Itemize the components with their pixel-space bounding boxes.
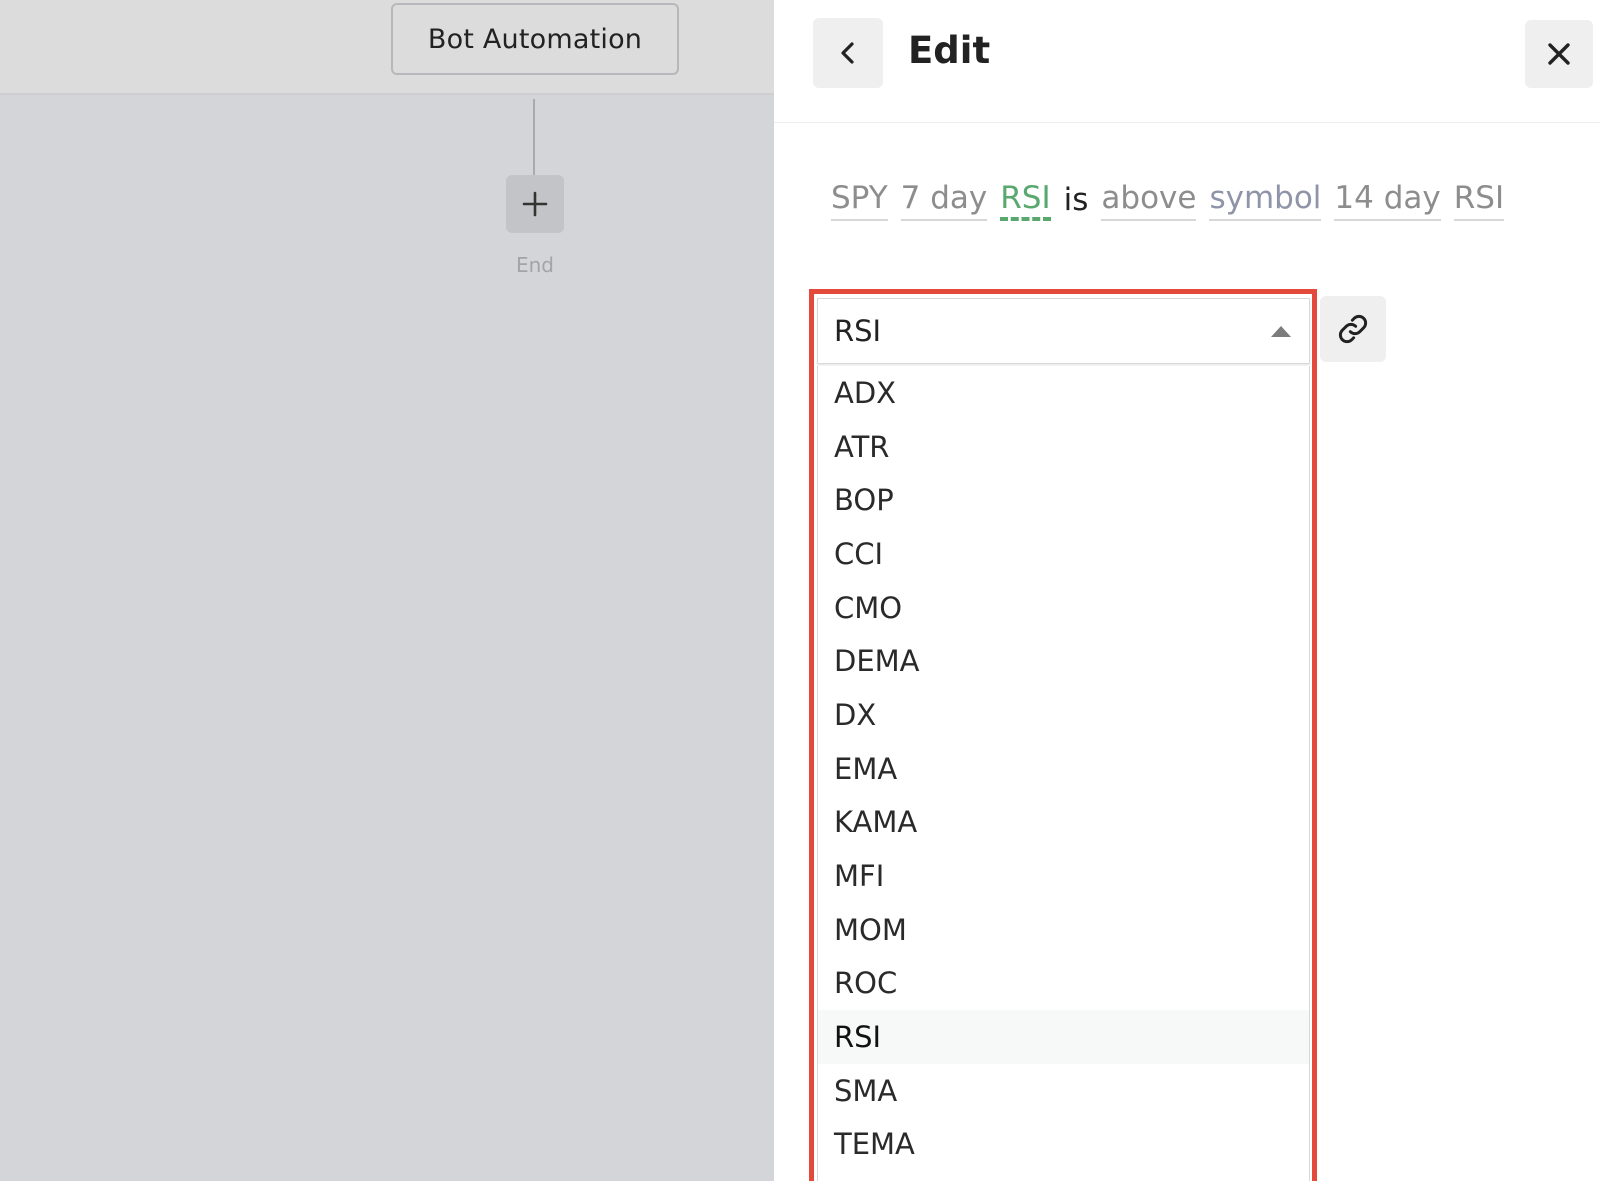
option-mom[interactable]: MOM — [818, 903, 1309, 957]
option-dx[interactable]: DX — [818, 688, 1309, 742]
token-symbol-spy[interactable]: SPY — [831, 180, 888, 222]
close-icon — [1548, 43, 1570, 65]
indicator-select[interactable]: RSI — [817, 298, 1310, 364]
panel-header: Edit — [774, 0, 1600, 123]
option-sma[interactable]: SMA — [818, 1064, 1309, 1118]
node-connector-line — [533, 99, 535, 175]
link-icon — [1338, 314, 1368, 344]
token-indicator-rsi-active[interactable]: RSI — [1000, 180, 1051, 222]
bot-automation-node[interactable]: Bot Automation — [391, 3, 679, 75]
token-comparator-above[interactable]: above — [1101, 180, 1197, 222]
plus-icon — [522, 191, 548, 217]
condition-sentence: SPY 7 day RSI is above symbol 14 day RSI — [831, 180, 1505, 222]
indicator-select-value: RSI — [834, 314, 882, 348]
token-indicator-rsi[interactable]: RSI — [1453, 180, 1505, 222]
option-bop[interactable]: BOP — [818, 473, 1309, 527]
option-ema[interactable]: EMA — [818, 742, 1309, 796]
option-adx[interactable]: ADX — [818, 366, 1309, 420]
token-is: is — [1063, 182, 1089, 218]
close-button[interactable] — [1525, 20, 1593, 88]
panel-title: Edit — [908, 29, 991, 72]
option-cci[interactable]: CCI — [818, 527, 1309, 581]
option-dema[interactable]: DEMA — [818, 634, 1309, 688]
option-atr[interactable]: ATR — [818, 420, 1309, 474]
chevron-left-icon — [841, 42, 854, 64]
option-tema[interactable]: TEMA — [818, 1118, 1309, 1172]
workflow-canvas: Bot Automation End — [0, 0, 774, 1181]
option-kama[interactable]: KAMA — [818, 796, 1309, 850]
option-mfi[interactable]: MFI — [818, 849, 1309, 903]
option-roc[interactable]: ROC — [818, 957, 1309, 1011]
token-period-7-day[interactable]: 7 day — [900, 180, 988, 222]
indicator-options-list[interactable]: ADX ATR BOP CCI CMO DEMA DX EMA KAMA MFI… — [817, 366, 1310, 1181]
link-button[interactable] — [1320, 296, 1386, 362]
back-button[interactable] — [813, 18, 883, 88]
bot-automation-label: Bot Automation — [427, 23, 643, 55]
token-compare-type-symbol[interactable]: symbol — [1209, 180, 1322, 222]
option-cmo[interactable]: CMO — [818, 581, 1309, 635]
caret-up-icon — [1271, 326, 1291, 337]
token-period-14-day[interactable]: 14 day — [1334, 180, 1441, 222]
add-step-button[interactable] — [506, 175, 564, 233]
option-rsi[interactable]: RSI — [818, 1010, 1309, 1064]
end-label: End — [515, 253, 554, 277]
